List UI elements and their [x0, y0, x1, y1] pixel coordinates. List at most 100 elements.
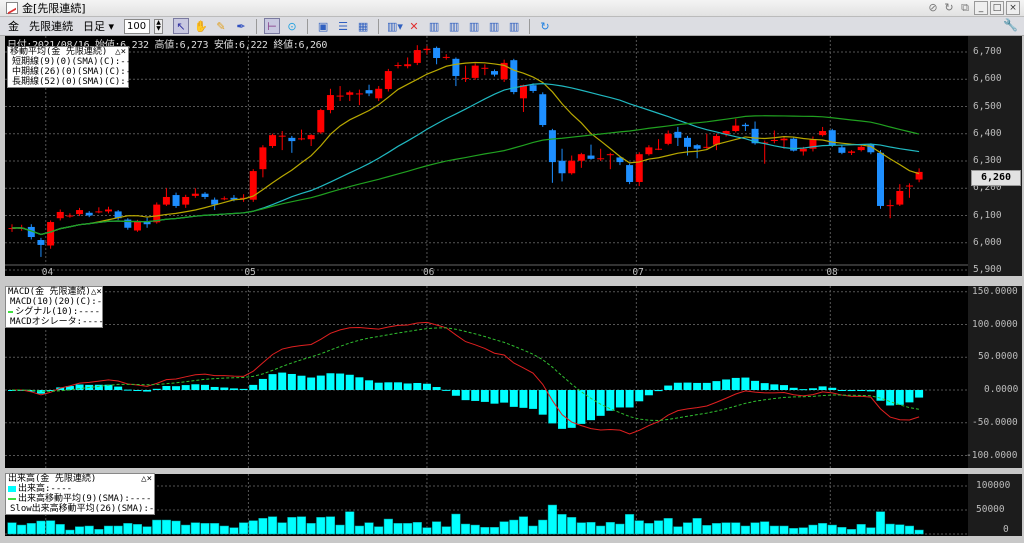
- candle-body: [365, 90, 373, 94]
- candle-body: [857, 146, 865, 151]
- symbol-selector[interactable]: 金: [8, 18, 19, 34]
- macd-oscillator-bar: [249, 384, 258, 390]
- macd-oscillator-bar: [664, 385, 673, 390]
- minimize-button[interactable]: _: [974, 1, 988, 15]
- volume-bar: [94, 529, 104, 535]
- indicator-4-icon[interactable]: ▥: [486, 18, 502, 34]
- volume-bar: [432, 521, 442, 535]
- chart-app-icon: [6, 2, 18, 14]
- macd-oscillator-bar: [162, 386, 171, 390]
- candle-body: [153, 204, 161, 223]
- volume-tick-label: 50000: [976, 504, 1005, 515]
- pen-icon[interactable]: ✒: [233, 18, 249, 34]
- grid-lines-icon[interactable]: ☰: [335, 18, 351, 34]
- contract-selector[interactable]: 先限連続: [29, 18, 73, 34]
- chart-window-icon[interactable]: ▣: [315, 18, 331, 34]
- signal-label: シグナル(10):----: [15, 307, 100, 317]
- volume-bar: [538, 519, 548, 535]
- bar-count-stepper[interactable]: ▲ ▼: [154, 18, 164, 34]
- hand-icon[interactable]: ✋: [193, 18, 209, 34]
- volume-bar: [596, 525, 606, 535]
- candle-body: [298, 138, 305, 140]
- candle-body: [423, 48, 431, 51]
- unlink-icon[interactable]: ⊘: [926, 1, 940, 15]
- candle-body: [375, 88, 383, 99]
- toolbar-divider: [378, 18, 380, 34]
- volume-bar: [557, 514, 567, 535]
- macd-oscillator-bar: [471, 390, 480, 401]
- bar-count-input[interactable]: 100: [124, 18, 151, 34]
- candle-body: [519, 85, 527, 99]
- macd-oscillator-bar: [500, 390, 509, 403]
- volume-bar: [875, 511, 886, 535]
- macd-oscillator-bar: [326, 373, 335, 390]
- volume-bar: [528, 525, 538, 535]
- volume-bar: [248, 520, 258, 535]
- macd-oscillator-bar: [413, 382, 422, 390]
- month-tick-label: 04: [41, 267, 54, 278]
- candle-body: [182, 196, 190, 205]
- legend-collapse-close-icons[interactable]: △×: [115, 47, 126, 57]
- candle-body: [597, 158, 605, 160]
- volume-bar: [586, 522, 596, 535]
- candle-body: [66, 215, 74, 217]
- macd-oscillator-bar: [278, 372, 287, 390]
- macd-oscillator-bar: [451, 390, 460, 396]
- macd-oscillator-bar: [712, 381, 721, 390]
- select-arrow-icon[interactable]: ↖: [173, 18, 190, 34]
- macd-oscillator-bar: [287, 373, 296, 390]
- refresh-icon[interactable]: ↻: [942, 1, 956, 15]
- maximize-button[interactable]: □: [990, 1, 1004, 15]
- candle-body: [85, 212, 93, 216]
- volume-bar: [760, 521, 770, 535]
- macd-oscillator-bar: [741, 377, 750, 390]
- volume-bar: [682, 522, 693, 535]
- table-icon[interactable]: ▦: [355, 18, 371, 34]
- delete-indicator-icon[interactable]: ✕: [406, 18, 422, 34]
- macd-label: MACD(10)(20)(C):----: [10, 297, 119, 307]
- candle-body: [201, 193, 209, 197]
- macd-oscillator-bar: [509, 390, 518, 407]
- macd-oscillator-bar: [837, 390, 846, 391]
- indicator-dropdown-icon[interactable]: ▥▾: [386, 18, 403, 34]
- candle-body: [307, 135, 315, 140]
- macd-tick-label: -100.0000: [966, 449, 1018, 461]
- period-selector[interactable]: 日足 ▾: [83, 18, 114, 34]
- indicator-5-icon[interactable]: ▥: [506, 18, 522, 34]
- macd-oscillator-bar: [558, 390, 567, 429]
- volume-bar: [731, 522, 741, 535]
- candle-body: [732, 125, 740, 132]
- volume-bar: [316, 517, 326, 535]
- candle-body: [539, 94, 547, 126]
- volume-swatch: [8, 486, 16, 492]
- macd-oscillator-bar: [365, 380, 374, 390]
- macd-oscillator-bar: [432, 387, 441, 390]
- legend-collapse-close-icons[interactable]: △×: [141, 474, 152, 484]
- reload-icon[interactable]: ↻: [537, 18, 553, 34]
- volume-bar: [383, 518, 393, 535]
- volume-bar: [856, 524, 866, 535]
- candle-body: [645, 147, 653, 155]
- volume-bar: [605, 522, 615, 535]
- legend-collapse-close-icons[interactable]: △×: [91, 287, 102, 297]
- up-circle-icon[interactable]: ⊙: [284, 18, 300, 34]
- macd-oscillator-bar: [895, 390, 904, 405]
- duplicate-window-icon[interactable]: ⧉: [958, 1, 972, 15]
- macd-oscillator-bar: [693, 382, 702, 390]
- volume-bar: [769, 525, 779, 535]
- indicator-1-icon[interactable]: ▥: [426, 18, 442, 34]
- candle-body: [56, 211, 64, 219]
- chart-area[interactable]: [0, 36, 1024, 543]
- volume-bar: [403, 523, 413, 535]
- close-button[interactable]: ×: [1006, 1, 1020, 15]
- settings-wrench-icon[interactable]: 🔧: [1003, 18, 1018, 32]
- macd-panel-bg: [5, 286, 968, 468]
- indicator-2-icon[interactable]: ▥: [446, 18, 462, 34]
- indicator-3-icon[interactable]: ▥: [466, 18, 482, 34]
- volume-bar: [750, 522, 760, 535]
- macd-oscillator-bar: [529, 390, 538, 409]
- crosshair-icon[interactable]: ⊢: [264, 18, 281, 34]
- candle-body: [452, 58, 460, 76]
- pencil-icon[interactable]: ✎: [213, 18, 229, 34]
- window-title: 金[先限連続]: [22, 2, 86, 15]
